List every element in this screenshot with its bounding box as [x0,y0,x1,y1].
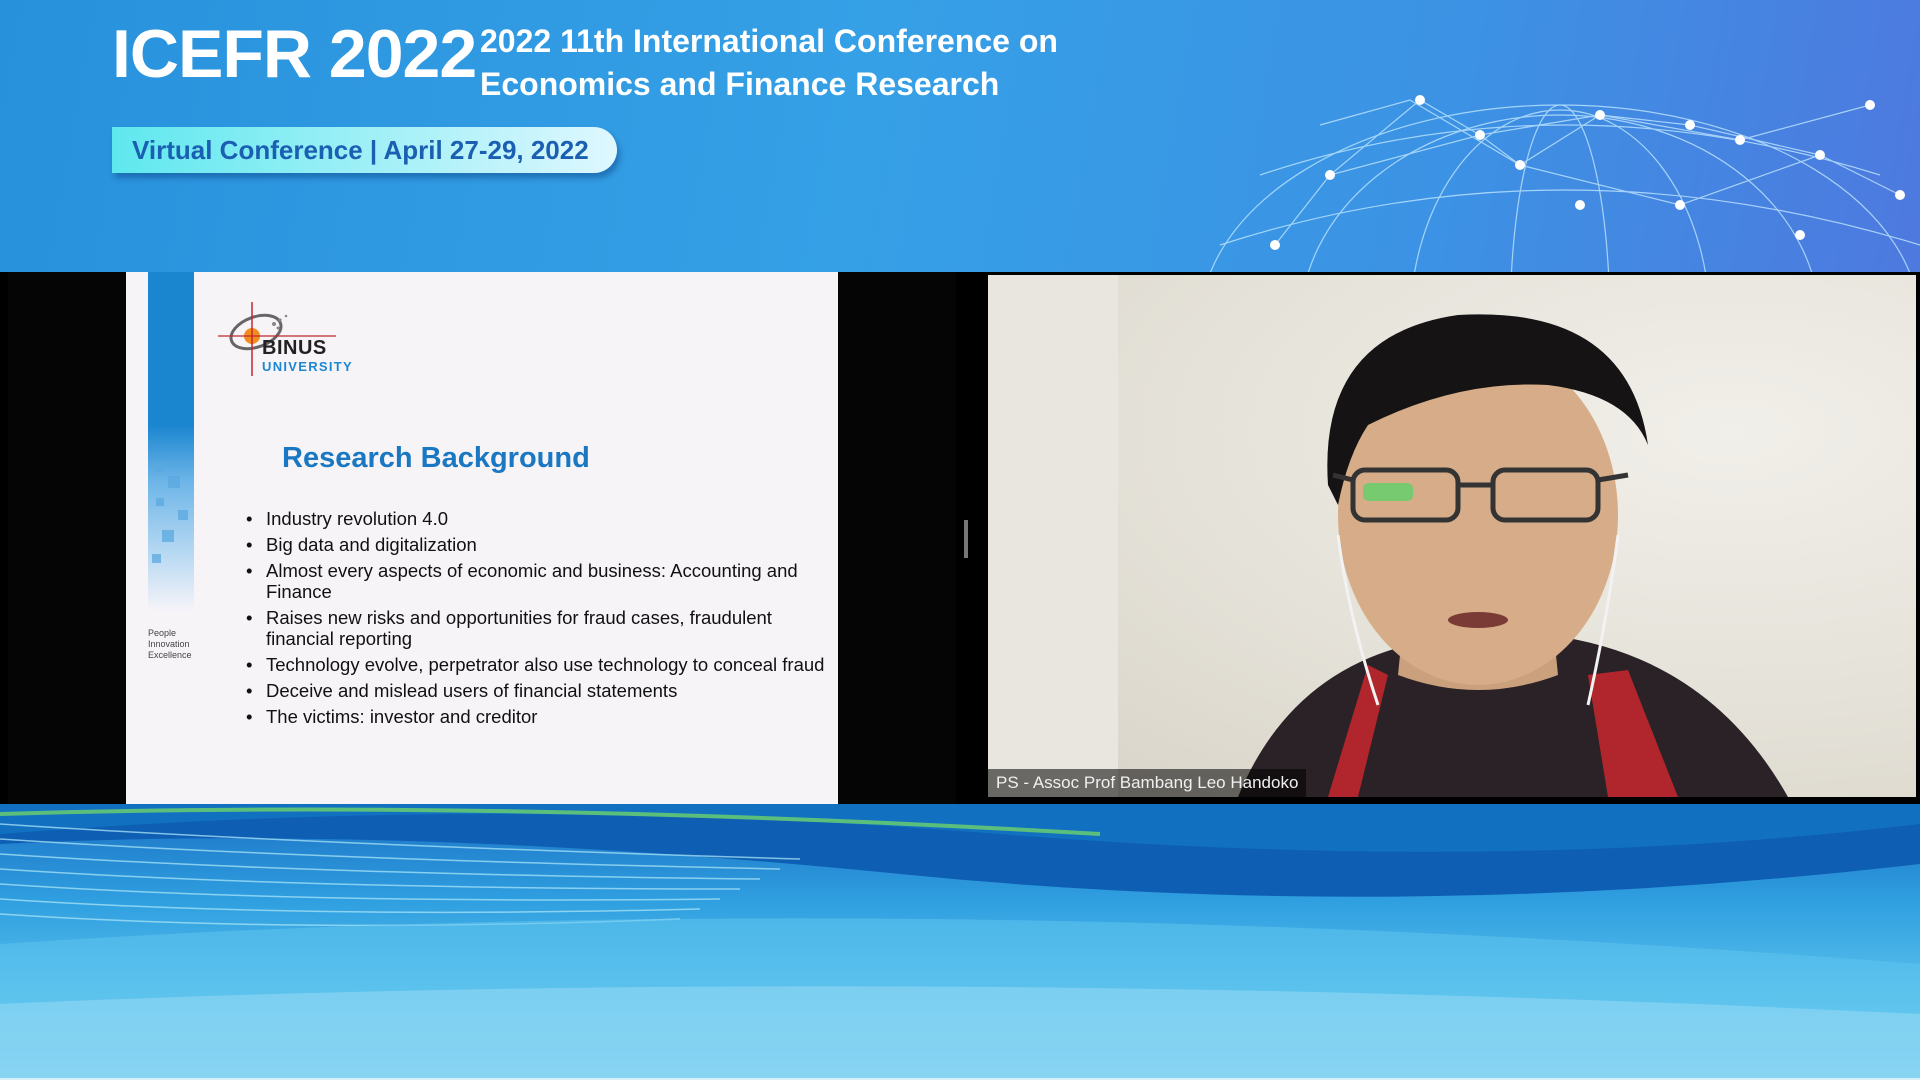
slide-bullet-list: Industry revolution 4.0 Big data and dig… [238,508,828,732]
conference-full-title: 2022 11th International Conference on Ec… [480,20,1180,106]
virtual-conference-badge: Virtual Conference | April 27-29, 2022 [112,127,617,173]
decor-pixel [154,462,164,472]
bullet-item: Technology evolve, perpetrator also use … [238,654,828,675]
conference-acronym: ICEFR 2022 [112,16,477,92]
tagline-line: Excellence [148,650,192,660]
wave-lines-graphic [0,804,1920,1080]
bullet-item: The victims: investor and creditor [238,706,828,727]
decor-pixel [178,510,188,520]
bullet-item: Big data and digitalization [238,534,828,555]
shared-slide: People Innovation Excellence BINUS UNIVE… [126,272,838,804]
bullet-item: Raises new risks and opportunities for f… [238,607,828,649]
speaker-video-tile[interactable]: PS - Assoc Prof Bambang Leo Handoko [988,275,1916,797]
decor-pixel [152,554,161,563]
bullet-item: Industry revolution 4.0 [238,508,828,529]
speaker-video-image [988,275,1788,797]
tagline-line: People [148,628,177,638]
participant-name-label: PS - Assoc Prof Bambang Leo Handoko [988,769,1307,797]
logo-subtitle: UNIVERSITY [262,359,354,374]
conference-banner: ICEFR 2022 2022 11th International Confe… [0,0,1920,272]
globe-network-graphic [1210,95,1920,272]
logo-wordmark: BINUS [262,337,327,359]
bullet-item: Deceive and mislead users of financial s… [238,680,828,701]
decor-pixel [168,476,180,488]
slide-title: Research Background [282,442,590,474]
conference-title-line-2: Economics and Finance Research [480,66,1000,102]
tagline-line: Innovation [148,639,190,649]
panel-resize-handle[interactable] [964,520,968,558]
conference-title-line-1: 2022 11th International Conference on [480,23,1058,59]
slide-tagline: People Innovation Excellence [148,628,192,661]
bullet-item: Almost every aspects of economic and bus… [238,560,828,602]
footer-wave-graphic [0,804,1920,1080]
decor-pixel [156,498,164,506]
decor-pixel [162,530,174,542]
